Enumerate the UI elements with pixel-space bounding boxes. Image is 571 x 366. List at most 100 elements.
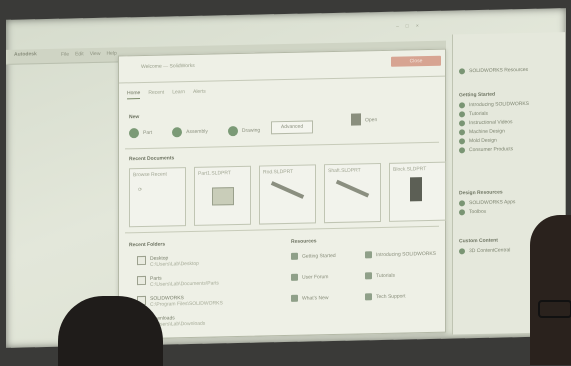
- resource-link[interactable]: User Forum: [291, 272, 365, 281]
- menu-bar: File Edit View Help: [61, 51, 117, 58]
- audience-person: [530, 215, 571, 365]
- new-drawing-label: Drawing: [241, 127, 261, 134]
- dialog-header: Welcome — SolidWorks Close: [119, 49, 445, 84]
- open-label[interactable]: Open: [365, 117, 377, 123]
- resource-link[interactable]: Introducing SOLIDWORKS: [365, 250, 439, 259]
- link-icon: [459, 120, 465, 127]
- resource-label: What's New: [302, 294, 329, 302]
- recent-doc-caption: Part1.SLDPRT: [198, 170, 231, 177]
- window-controls[interactable]: – □ ×: [396, 23, 419, 29]
- sidebar-group-heading: Custom Content: [459, 237, 498, 245]
- part-icon: [129, 128, 139, 139]
- recent-doc-caption: Block.SLDPRT: [393, 166, 427, 173]
- sidebar-item-label: 3D ContentCentral: [469, 247, 511, 255]
- list-item[interactable]: Parts C:\Users\Lab\Documents\Parts: [137, 273, 277, 288]
- list-item[interactable]: Desktop C:\Users\Lab\Desktop: [137, 253, 277, 268]
- resource-link[interactable]: Getting Started: [291, 251, 365, 260]
- sidebar-item[interactable]: Instructional Videos: [459, 119, 529, 127]
- browse-icon: ⟳: [138, 187, 143, 194]
- recent-doc-caption: Rod.SLDPRT: [263, 168, 294, 176]
- link-icon: [459, 138, 465, 145]
- sidebar-item-label: Mold Design: [469, 137, 497, 145]
- part-thumbnail-icon: [212, 187, 234, 206]
- sidebar-item[interactable]: Mold Design: [459, 137, 529, 145]
- drawing-icon: [227, 126, 238, 137]
- menu-edit[interactable]: Edit: [75, 51, 84, 57]
- sidebar-item[interactable]: 3D ContentCentral: [459, 247, 511, 255]
- sidebar-item-label: Machine Design: [469, 128, 505, 136]
- new-part-button[interactable]: Part: [129, 128, 152, 139]
- rod-thumbnail-icon: [270, 181, 305, 199]
- sidebar-group-getting-started: Getting Started Introducing SOLIDWORKS T…: [459, 91, 529, 156]
- folder-icon: [137, 255, 146, 266]
- folder-path: C:\Users\Lab\Documents\Parts: [150, 280, 219, 288]
- menu-view[interactable]: View: [90, 51, 101, 57]
- new-items: Part Assembly Drawing: [129, 126, 260, 139]
- recent-doc-3[interactable]: Shaft.SLDPRT: [324, 163, 381, 224]
- new-assembly-button[interactable]: Assembly: [172, 127, 208, 138]
- recent-documents: Browse Recent ⟳ Part1.SLDPRT Rod.SLDPRT …: [129, 161, 446, 228]
- open-folder-icon[interactable]: [351, 113, 361, 126]
- sidebar-item[interactable]: Toolbox: [459, 208, 515, 216]
- sidebar-item-label: Toolbox: [469, 208, 487, 216]
- folder-path: C:\Program Files\SOLIDWORKS: [150, 300, 223, 308]
- recent-doc-2[interactable]: Rod.SLDPRT: [259, 164, 316, 225]
- resource-label: Getting Started: [302, 252, 336, 260]
- link-icon: [459, 147, 465, 154]
- resource-label: Tutorials: [376, 272, 395, 279]
- link-icon: [459, 129, 465, 136]
- recent-doc-browse[interactable]: Browse Recent ⟳: [129, 167, 186, 228]
- recent-doc-4[interactable]: Block.SLDPRT: [389, 161, 446, 222]
- recent-folders-label: Recent Folders: [129, 241, 166, 249]
- recent-doc-caption: Shaft.SLDPRT: [328, 167, 361, 175]
- sidebar-group-design: Design Resources SOLIDWORKS Apps Toolbox: [459, 189, 515, 218]
- advanced-button[interactable]: Advanced: [271, 120, 313, 135]
- resource-icon: [365, 251, 372, 259]
- tab-learn[interactable]: Learn: [172, 89, 185, 98]
- sidebar-group-heading: Design Resources: [459, 189, 503, 197]
- new-drawing-button[interactable]: Drawing: [227, 126, 261, 137]
- recent-doc-caption: Browse Recent: [133, 171, 167, 179]
- sidebar-item[interactable]: SOLIDWORKS Apps: [459, 199, 515, 207]
- tab-home[interactable]: Home: [127, 90, 141, 100]
- close-icon[interactable]: ×: [416, 23, 419, 29]
- welcome-dialog: Welcome — SolidWorks Close Home Recent L…: [118, 48, 446, 340]
- link-icon: [459, 209, 465, 216]
- divider: [125, 225, 439, 234]
- sidebar-item-label: Consumer Products: [469, 146, 514, 154]
- recent-doc-1[interactable]: Part1.SLDPRT: [194, 165, 251, 226]
- resource-label: Introducing SOLIDWORKS: [376, 250, 437, 258]
- sidebar-item[interactable]: Tutorials: [459, 110, 529, 118]
- resource-link[interactable]: Tech Support: [365, 292, 439, 301]
- folder-icon: [137, 275, 146, 286]
- sidebar-item[interactable]: Consumer Products: [459, 146, 529, 154]
- sidebar-item[interactable]: Machine Design: [459, 128, 529, 136]
- menu-file[interactable]: File: [61, 52, 69, 58]
- menu-help[interactable]: Help: [106, 51, 116, 57]
- sidebar-item-title[interactable]: SOLIDWORKS Resources: [459, 67, 528, 75]
- resource-icon: [291, 252, 298, 260]
- resource-link[interactable]: What's New: [291, 293, 365, 302]
- link-icon: [459, 248, 465, 255]
- resource-icon: [365, 272, 372, 280]
- list-item[interactable]: SOLIDWORKS C:\Program Files\SOLIDWORKS: [137, 293, 277, 308]
- link-icon: [459, 102, 465, 109]
- audience-head: [58, 296, 163, 366]
- resource-label: User Forum: [302, 273, 329, 281]
- restore-icon[interactable]: □: [406, 23, 409, 29]
- shaft-thumbnail-icon: [335, 179, 370, 198]
- resource-icon: [291, 273, 298, 281]
- assembly-icon: [172, 127, 183, 138]
- sidebar-item-label: Tutorials: [469, 110, 488, 118]
- dialog-tabs: Home Recent Learn Alerts: [127, 89, 206, 100]
- minimize-icon[interactable]: –: [396, 24, 399, 30]
- tab-alerts[interactable]: Alerts: [193, 89, 206, 98]
- divider: [125, 141, 439, 150]
- glasses: [538, 300, 571, 318]
- sidebar-item[interactable]: Introducing SOLIDWORKS: [459, 101, 529, 109]
- recent-documents-label: Recent Documents: [129, 155, 175, 163]
- resource-link[interactable]: Tutorials: [365, 271, 439, 280]
- new-assembly-label: Assembly: [186, 128, 208, 136]
- close-button[interactable]: Close: [391, 55, 441, 67]
- tab-recent[interactable]: Recent: [148, 90, 164, 99]
